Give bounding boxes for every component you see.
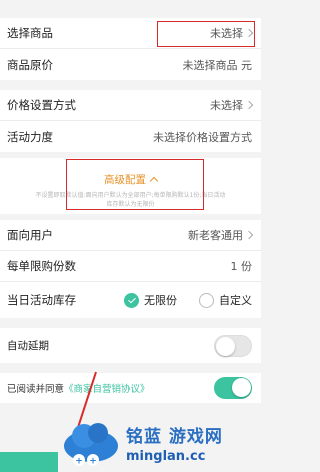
agreement-toggle[interactable]: [214, 377, 252, 399]
discount-strength-label: 活动力度: [7, 129, 53, 144]
agreement-link[interactable]: 《商家自营销协议》: [64, 384, 150, 395]
product-section: 选择商品 未选择 商品原价 未选择商品 元: [0, 18, 261, 80]
svg-text:+: +: [75, 457, 83, 467]
stock-option-custom[interactable]: 自定义: [199, 292, 252, 308]
agreement-prefix: 已阅读并同意: [7, 384, 65, 395]
audience-label: 面向用户: [7, 228, 53, 242]
submit-button[interactable]: [0, 452, 58, 472]
stock-options: 无限份 自定义: [124, 292, 252, 308]
audience-text: 新老客通用: [188, 229, 243, 242]
audience-row[interactable]: 面向用户 新老客通用: [0, 220, 261, 251]
watermark-text: 铭蓝 游戏网 minglan.cc: [126, 422, 223, 464]
highlight-box: [157, 21, 255, 47]
auto-extend-row: 自动延期: [0, 328, 261, 363]
price-method-value[interactable]: 未选择: [210, 97, 254, 113]
toggle-knob: [216, 336, 235, 356]
watermark-cn: 铭蓝 游戏网: [126, 427, 223, 447]
audience-section: 面向用户 新老客通用 每单限购份数 1 份 当日活动库存 无限份 自定义: [0, 220, 261, 318]
chevron-right-icon: [244, 230, 254, 240]
spacer: [0, 363, 261, 373]
spacer: [0, 318, 261, 328]
price-method-text: 未选择: [210, 99, 243, 112]
select-product-label: 选择商品: [7, 26, 53, 40]
order-limit-value[interactable]: 1 份: [231, 258, 253, 274]
radio-checked-icon[interactable]: [124, 292, 139, 308]
agreement-row: 已阅读并同意《商家自营销协议》: [0, 373, 261, 403]
top-spacer: [0, 0, 261, 18]
order-limit-row[interactable]: 每单限购份数 1 份: [0, 251, 261, 282]
highlight-box: [66, 159, 204, 210]
chevron-right-icon: [244, 100, 254, 110]
select-product-row[interactable]: 选择商品 未选择: [0, 18, 261, 49]
auto-extend-toggle[interactable]: [214, 334, 252, 357]
price-method-label: 价格设置方式: [7, 98, 76, 112]
svg-text:+: +: [89, 457, 97, 467]
stock-option-unlimited[interactable]: 无限份: [124, 292, 177, 308]
radio-unchecked-icon[interactable]: [199, 292, 214, 308]
audience-value[interactable]: 新老客通用: [188, 227, 254, 243]
stock-option-custom-label: 自定义: [219, 294, 252, 307]
spacer: [0, 80, 261, 90]
price-method-row[interactable]: 价格设置方式 未选择: [0, 90, 261, 121]
daily-stock-label: 当日活动库存: [7, 293, 76, 307]
auto-extend-label: 自动延期: [7, 340, 49, 352]
daily-stock-row: 当日活动库存 无限份 自定义: [0, 282, 261, 318]
agreement-text: 已阅读并同意《商家自营销协议》: [7, 381, 150, 395]
original-price-label: 商品原价: [7, 57, 53, 72]
cloud-logo-icon: + +: [62, 416, 120, 470]
watermark-en: minglan.cc: [126, 449, 206, 464]
order-limit-label: 每单限购份数: [7, 259, 76, 273]
discount-strength-value: 未选择价格设置方式: [153, 130, 252, 144]
watermark: + + 铭蓝 游戏网 minglan.cc: [62, 414, 261, 472]
price-section: 价格设置方式 未选择 活动力度 未选择价格设置方式: [0, 90, 261, 152]
toggle-knob: [232, 378, 251, 397]
original-price-value: 未选择商品 元: [182, 58, 253, 72]
original-price-row: 商品原价 未选择商品 元: [0, 49, 261, 80]
stock-option-unlimited-label: 无限份: [144, 294, 177, 307]
discount-strength-row: 活动力度 未选择价格设置方式: [0, 121, 261, 152]
agreement-section: 已阅读并同意《商家自营销协议》: [0, 373, 261, 403]
auto-extend-section: 自动延期: [0, 328, 261, 363]
advanced-config-section: 高级配置 不设置即取默认值:面向用户默认为全部用户;每单限购默认1份;当日活动 …: [0, 158, 261, 214]
